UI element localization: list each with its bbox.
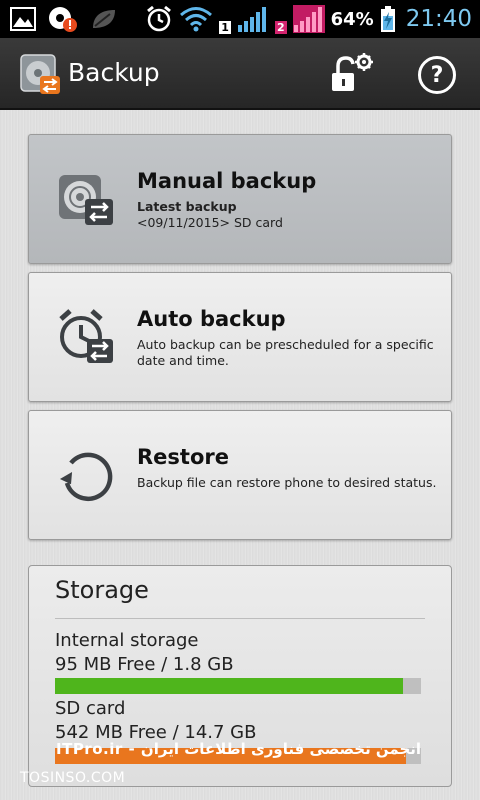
restore-title: Restore (137, 445, 229, 469)
watermark-top: ITPro.ir - انجمن تخصصی فناوری اطلاعات ای… (56, 740, 422, 758)
auto-backup-card[interactable]: Auto backup Auto backup can be preschedu… (28, 272, 452, 402)
internal-storage-bar-fill (55, 678, 403, 694)
action-bar: Backup ? (0, 38, 480, 110)
alarm-backup-icon (59, 309, 113, 363)
internal-storage-label: Internal storage (55, 630, 199, 651)
manual-backup-title: Manual backup (137, 169, 317, 193)
backup-app-icon (20, 54, 60, 94)
storage-title: Storage (55, 576, 149, 604)
lock-settings-button[interactable] (326, 50, 376, 98)
storage-divider (55, 618, 425, 619)
internal-storage-bar (55, 678, 421, 694)
wifi-icon (180, 7, 213, 32)
leaf-icon (93, 10, 115, 28)
lock-settings-icon (332, 53, 373, 91)
sim1-label: 1 (219, 20, 231, 34)
notification-badge-icon (49, 7, 77, 32)
disk-backup-icon (59, 175, 113, 225)
help-button[interactable]: ? (418, 56, 456, 94)
alarm-clock-icon (147, 5, 172, 32)
restore-icon (59, 452, 113, 502)
app-title: Backup (68, 58, 160, 87)
auto-backup-title: Auto backup (137, 307, 286, 331)
internal-storage-value: 95 MB Free / 1.8 GB (55, 654, 234, 675)
manual-backup-card[interactable]: Manual backup Latest backup <09/11/2015>… (28, 134, 452, 264)
clock: 21:40 (405, 6, 472, 32)
signal-sim2-icon (292, 5, 325, 33)
signal-sim1-icon (237, 7, 266, 32)
status-bar: 1 2 64% 21:40 (0, 0, 480, 38)
latest-backup-label: Latest backup (137, 199, 237, 214)
restore-card[interactable]: Restore Backup file can restore phone to… (28, 410, 452, 540)
restore-description: Backup file can restore phone to desired… (137, 475, 437, 490)
auto-backup-description: Auto backup can be prescheduled for a sp… (137, 337, 434, 368)
sim2-label: 2 (274, 20, 287, 34)
battery-percent: 64% (330, 8, 374, 30)
help-icon: ? (430, 62, 444, 88)
watermark-bottom: TOSINSO.COM (20, 770, 126, 786)
sd-card-label: SD card (55, 698, 126, 719)
battery-charging-icon (380, 6, 395, 32)
latest-backup-value: <09/11/2015> SD card (137, 215, 283, 230)
image-icon (10, 7, 36, 31)
